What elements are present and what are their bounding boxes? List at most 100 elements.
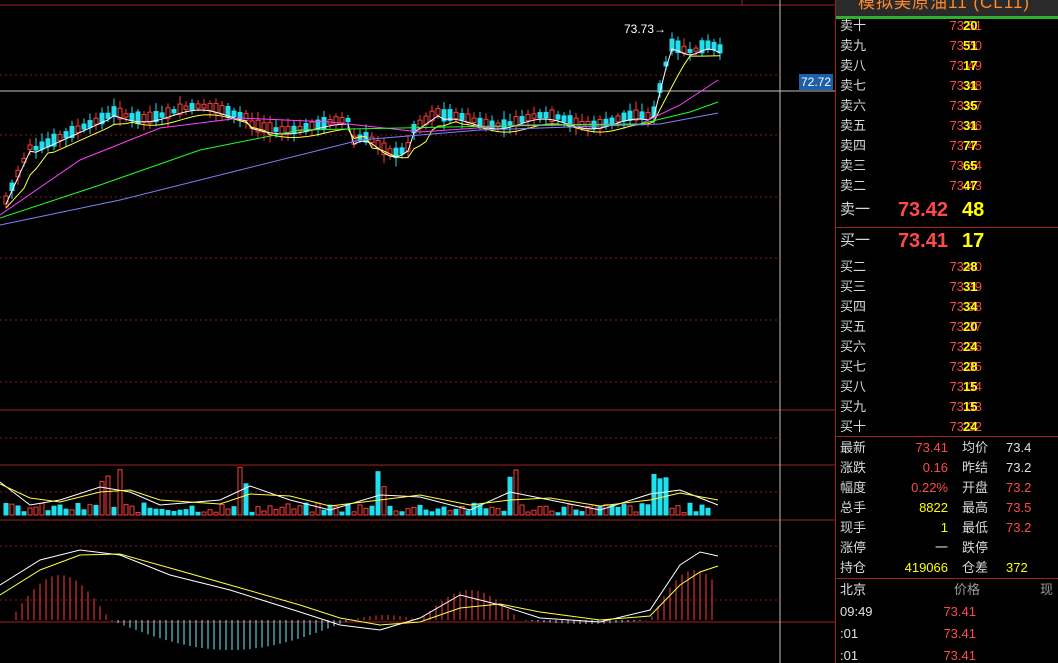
candle-body bbox=[501, 119, 507, 130]
candle-body bbox=[141, 114, 147, 122]
order-book-row[interactable]: 卖五 73.46 31 bbox=[836, 116, 1058, 136]
level-volume: 20 bbox=[963, 319, 978, 334]
candlestick-series bbox=[3, 32, 723, 209]
level-label: 卖六 bbox=[840, 98, 867, 113]
tick-row[interactable]: :01 73.41 bbox=[836, 623, 1058, 645]
volume-bar bbox=[627, 505, 633, 516]
volume-bar bbox=[369, 505, 375, 516]
quote-value: 372 bbox=[1006, 560, 1028, 575]
quote-label: 幅度 bbox=[840, 480, 867, 495]
order-book-row[interactable]: 买九 73.33 15 bbox=[836, 397, 1058, 417]
order-book-row[interactable]: 卖二 73.43 47 bbox=[836, 176, 1058, 196]
candle-body bbox=[453, 111, 459, 119]
volume-bar bbox=[405, 508, 411, 516]
quote-panel: 模拟美原油11 (CL11) 卖十 73.51 20 卖九 73.50 51 卖八 73.49… bbox=[835, 0, 1058, 663]
quote-label: 最低 bbox=[962, 520, 989, 535]
candle-body bbox=[87, 120, 93, 128]
order-book-row[interactable]: 买四 73.38 34 bbox=[836, 297, 1058, 317]
order-book-row[interactable]: 卖四 73.45 77 bbox=[836, 136, 1058, 156]
volume-bar bbox=[375, 471, 381, 516]
volume-bar bbox=[285, 503, 291, 516]
volume-bar bbox=[489, 506, 495, 516]
order-book-row[interactable]: 卖八 73.49 17 bbox=[836, 56, 1058, 76]
tick-time: 09:49 bbox=[840, 604, 873, 619]
level-label: 买九 bbox=[840, 399, 867, 414]
order-book-row[interactable]: 买十 73.32 24 bbox=[836, 417, 1058, 437]
moving-average-line bbox=[5, 55, 721, 209]
quote-row: 幅度 0.22% 开盘 73.2 bbox=[836, 478, 1058, 498]
quote-label: 昨结 bbox=[962, 460, 989, 475]
candle-body bbox=[129, 113, 135, 121]
volume-bar bbox=[171, 511, 177, 516]
tick-row[interactable]: 09:49 73.41 bbox=[836, 601, 1058, 623]
volume-bar bbox=[441, 506, 447, 516]
candle-body bbox=[195, 103, 201, 109]
crosshair-price-tag: 72.72 bbox=[799, 74, 833, 90]
candle-body bbox=[159, 112, 165, 118]
volume-bar bbox=[201, 511, 207, 516]
volume-bar bbox=[45, 510, 51, 516]
tick-row[interactable]: :01 73.41 bbox=[836, 645, 1058, 663]
volume-bar bbox=[189, 505, 195, 516]
kline-chart-area[interactable] bbox=[0, 0, 835, 663]
candle-body bbox=[507, 121, 513, 126]
macd-dif-line bbox=[0, 549, 719, 631]
level-label: 买一 bbox=[840, 232, 871, 249]
volume-bar bbox=[87, 504, 93, 516]
tick-price: 73.41 bbox=[943, 648, 976, 663]
order-book-row[interactable]: 买七 73.35 28 bbox=[836, 357, 1058, 377]
candle-body bbox=[519, 116, 525, 123]
order-book-row[interactable]: 买三 73.39 31 bbox=[836, 277, 1058, 297]
candle-body bbox=[681, 45, 687, 54]
quote-label: 最新 bbox=[840, 440, 867, 455]
order-book-row[interactable]: 买六 73.36 24 bbox=[836, 337, 1058, 357]
volume-bar bbox=[21, 511, 27, 516]
volume-bar bbox=[297, 505, 303, 516]
volume-bar bbox=[579, 511, 585, 516]
candle-body bbox=[333, 116, 339, 126]
order-book-row[interactable]: 买八 73.34 15 bbox=[836, 377, 1058, 397]
volume-bar bbox=[135, 512, 141, 516]
order-book-row[interactable]: 卖十 73.51 20 bbox=[836, 16, 1058, 36]
volume-bar bbox=[573, 509, 579, 516]
volume-bar bbox=[693, 511, 699, 516]
volume-bar bbox=[213, 511, 219, 516]
volume-bar bbox=[561, 506, 567, 516]
order-book-row[interactable]: 买一 73.41 17 bbox=[836, 231, 1058, 251]
order-book-row[interactable]: 卖九 73.50 51 bbox=[836, 36, 1058, 56]
volume-bar bbox=[597, 505, 603, 516]
volume-bar bbox=[519, 504, 525, 516]
volume-bar bbox=[3, 503, 9, 516]
volume-bar bbox=[159, 508, 165, 516]
volume-bar bbox=[195, 511, 201, 516]
candle-body bbox=[561, 115, 567, 123]
book-divider bbox=[836, 227, 1058, 228]
quote-value: 0.16 bbox=[922, 460, 948, 475]
order-book-row[interactable]: 买五 73.37 20 bbox=[836, 317, 1058, 337]
level-price: 73.42 bbox=[897, 199, 948, 221]
order-book-row[interactable]: 买二 73.40 28 bbox=[836, 257, 1058, 277]
quote-label: 跌停 bbox=[962, 540, 989, 555]
instrument-title: 模拟美原油11 (CL11) bbox=[858, 0, 1031, 12]
candle-body bbox=[219, 105, 225, 115]
volume-bar bbox=[75, 503, 81, 516]
order-book-row[interactable]: 卖六 73.47 35 bbox=[836, 96, 1058, 116]
candle-body bbox=[45, 138, 51, 148]
candle-body bbox=[27, 144, 33, 150]
volume-bar bbox=[219, 504, 225, 516]
quote-label: 涨跌 bbox=[840, 460, 867, 475]
candle-body bbox=[603, 118, 609, 127]
volume-bar bbox=[639, 503, 645, 516]
quote-value: 73.4 bbox=[1006, 440, 1032, 455]
order-book-row[interactable]: 卖三 73.44 65 bbox=[836, 156, 1058, 176]
volume-bar bbox=[303, 502, 309, 516]
candle-body bbox=[201, 103, 207, 109]
level-label: 买六 bbox=[840, 339, 867, 354]
order-book-row[interactable]: 卖一 73.42 48 bbox=[836, 200, 1058, 220]
volume-bar bbox=[279, 506, 285, 516]
volume-bar bbox=[555, 512, 561, 516]
level-label: 卖九 bbox=[840, 38, 867, 53]
level-volume: 51 bbox=[963, 38, 978, 53]
candle-body bbox=[435, 108, 441, 116]
order-book-row[interactable]: 卖七 73.48 31 bbox=[836, 76, 1058, 96]
